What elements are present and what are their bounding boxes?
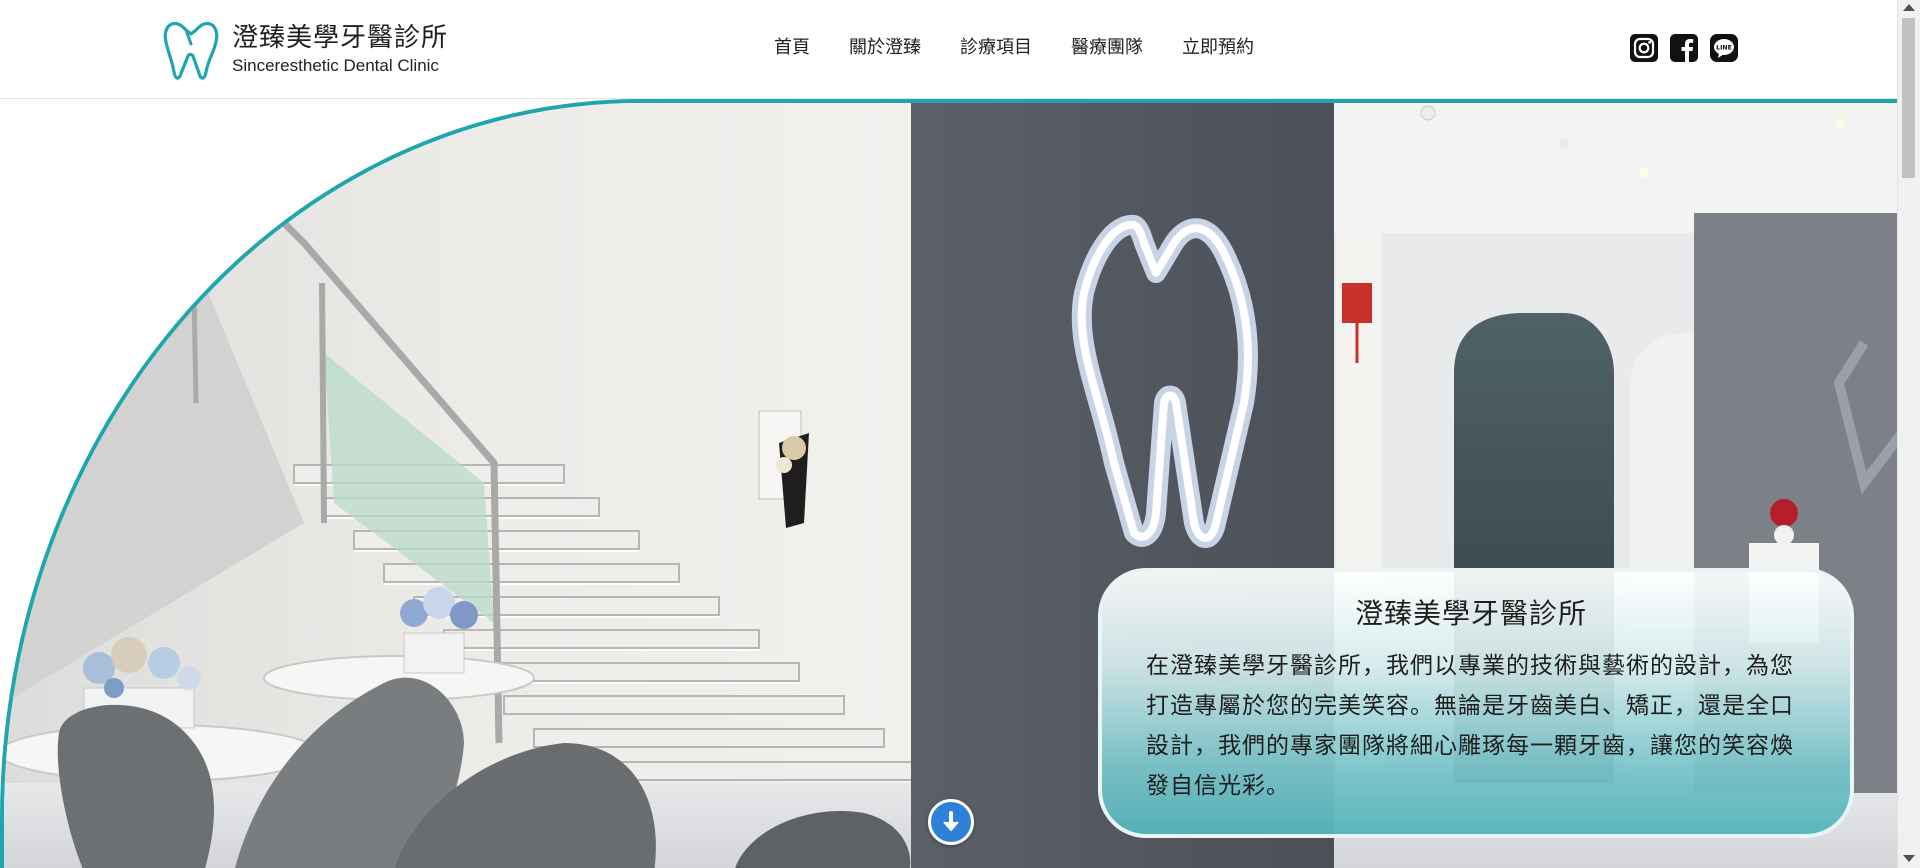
nav-item-home[interactable]: 首頁: [774, 35, 810, 61]
brand-name-en: Sinceresthetic Dental Clinic: [232, 56, 439, 75]
line-icon[interactable]: LINE: [1710, 34, 1738, 62]
brand-logo[interactable]: 澄臻美學牙醫診所 Sinceresthetic Dental Clinic: [162, 16, 448, 82]
svg-text:LINE: LINE: [1716, 45, 1732, 52]
nav-item-booking[interactable]: 立即預約: [1182, 35, 1254, 61]
scroll-down-button[interactable]: [928, 799, 974, 845]
page-scrollbar[interactable]: [1897, 0, 1920, 868]
clinic-intro-card: 澄臻美學牙醫診所 在澄臻美學牙醫診所，我們以專業的技術與藝術的設計，為您打造專屬…: [1098, 568, 1854, 838]
brand-name-zh: 澄臻美學牙醫診所: [232, 23, 449, 53]
site-header: 澄臻美學牙醫診所 Sinceresthetic Dental Clinic 首頁…: [0, 0, 1898, 99]
nav-item-about[interactable]: 關於澄臻: [849, 35, 921, 61]
card-title: 澄臻美學牙醫診所: [1354, 597, 1587, 630]
scroll-down-arrow-icon[interactable]: [1903, 855, 1915, 862]
main-nav: 首頁 關於澄臻 診療項目 醫療團隊 立即預約: [774, 35, 1293, 61]
arrow-down-icon: [943, 811, 959, 831]
facebook-icon[interactable]: [1670, 34, 1698, 62]
tooth-logo-icon: [163, 21, 219, 80]
hero-section: 澄臻美學牙醫診所 在澄臻美學牙醫診所，我們以專業的技術與藝術的設計，為您打造專屬…: [0, 99, 1898, 868]
social-links: LINE: [1630, 34, 1738, 62]
instagram-icon[interactable]: [1630, 34, 1658, 62]
scrollbar-thumb[interactable]: [1902, 18, 1915, 178]
card-description: 在澄臻美學牙醫診所，我們以專業的技術與藝術的設計，為您打造專屬於您的完美笑容。無…: [1146, 653, 1794, 799]
scroll-up-arrow-icon[interactable]: [1903, 4, 1915, 11]
nav-item-services[interactable]: 診療項目: [960, 35, 1032, 61]
nav-item-team[interactable]: 醫療團隊: [1071, 35, 1143, 61]
